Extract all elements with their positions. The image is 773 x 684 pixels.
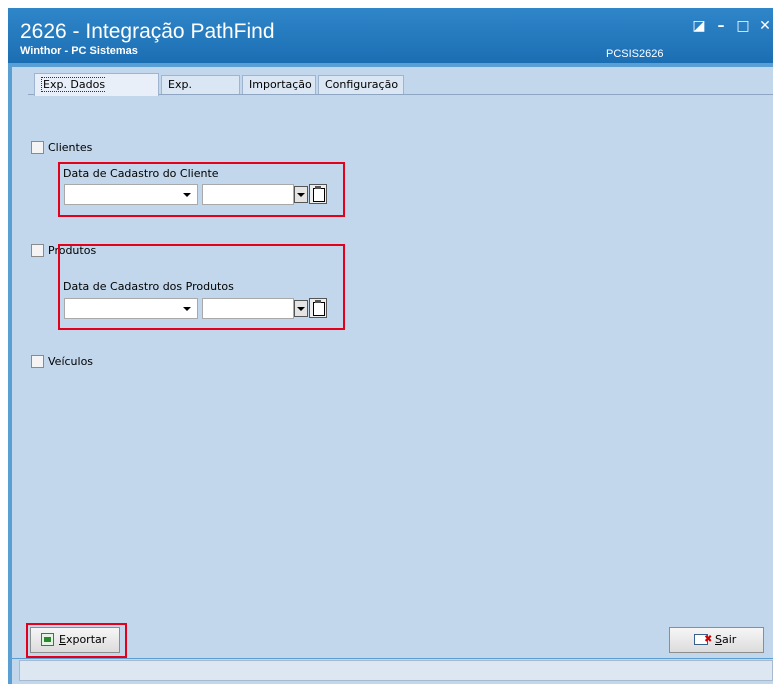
maximize-icon[interactable]: □ [735, 18, 751, 34]
status-bar [12, 659, 773, 684]
clientes-date-group: Data de Cadastro do Cliente [58, 162, 345, 217]
produtos-date-group: Data de Cadastro dos Produtos [58, 244, 345, 330]
chevron-down-icon [183, 193, 191, 197]
tab-label: Configuração [325, 78, 399, 91]
status-panel [19, 660, 773, 681]
chevron-down-icon [297, 307, 305, 311]
produtos-calendar-button[interactable] [309, 298, 327, 318]
clientes-label: Clientes [48, 141, 93, 154]
export-icon [41, 633, 54, 646]
chevron-down-icon [297, 193, 305, 197]
tab-configuracao[interactable]: Configuração [318, 75, 404, 94]
clipboard-clip [315, 300, 321, 303]
produtos-date-to-field[interactable] [202, 298, 294, 319]
calendar-icon [313, 188, 325, 202]
calendar-icon [313, 302, 325, 316]
tab-exp-pedidos[interactable]: Exp. Pedidos [161, 75, 240, 109]
clipboard-clip [315, 186, 321, 189]
veiculos-checkbox[interactable] [31, 355, 44, 368]
produtos-date-from-select[interactable] [64, 298, 198, 319]
minimize-icon[interactable]: – [713, 18, 729, 34]
produtos-checkbox[interactable] [31, 244, 44, 257]
chevron-down-icon [183, 307, 191, 311]
clientes-checkbox[interactable] [31, 141, 44, 154]
exportar-label: Exportar [59, 633, 107, 646]
produtos-date-dropdown-button[interactable] [294, 300, 308, 317]
tab-content-panel: Clientes Data de Cadastro do Cliente Pro… [12, 96, 773, 658]
tab-exp-dados-principais[interactable]: Exp. Dados Principais [34, 73, 159, 114]
routine-code: PCSIS2626 [606, 48, 664, 60]
exportar-button[interactable]: Exportar [30, 627, 120, 653]
clientes-date-dropdown-button[interactable] [294, 186, 308, 203]
app-window: 2626 - Integração PathFind Winthor - PC … [8, 8, 773, 684]
restore-icon[interactable]: ◪ [691, 18, 707, 34]
veiculos-label: Veículos [48, 355, 94, 368]
tab-bar: Exp. Dados Principais Exp. Pedidos Impor… [12, 67, 773, 114]
sair-label: Sair [715, 633, 737, 646]
clientes-date-to-field[interactable] [202, 184, 294, 205]
close-icon[interactable]: ✕ [757, 18, 773, 34]
produtos-date-group-label: Data de Cadastro dos Produtos [63, 280, 234, 293]
sair-button[interactable]: ✖ Sair [669, 627, 764, 653]
window-subtitle: Winthor - PC Sistemas [20, 45, 138, 57]
close-mark-icon: ✖ [704, 634, 713, 645]
title-bar: 2626 - Integração PathFind Winthor - PC … [8, 8, 773, 63]
exportar-highlight: Exportar [26, 623, 127, 658]
tab-label: Importação [249, 78, 312, 91]
clientes-date-from-select[interactable] [64, 184, 198, 205]
tab-importacao[interactable]: Importação [242, 75, 316, 94]
clientes-calendar-button[interactable] [309, 184, 327, 204]
window-title: 2626 - Integração PathFind [20, 20, 275, 43]
clientes-date-group-label: Data de Cadastro do Cliente [63, 167, 219, 180]
